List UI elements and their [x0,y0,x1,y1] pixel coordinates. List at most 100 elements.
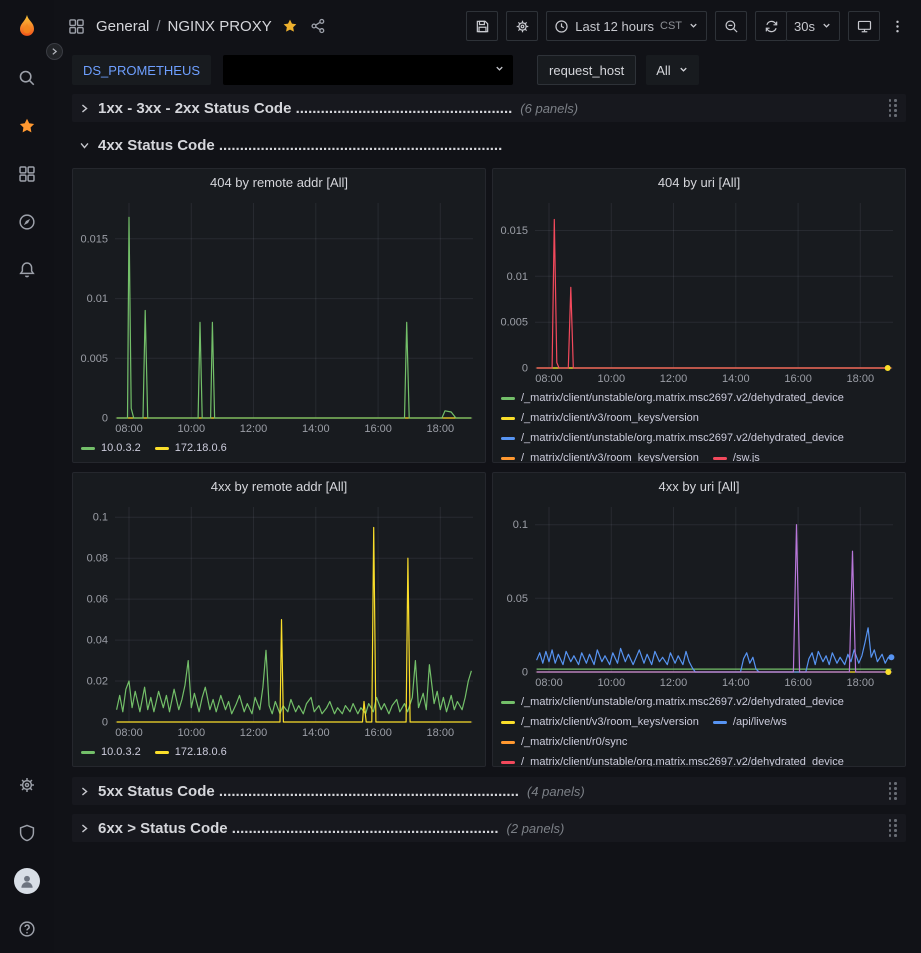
main-area: General / NGINX PROXY [54,0,921,953]
sidebar-item-alerting[interactable] [0,246,54,294]
dashboard-variables-bar: DS_PROMETHEUS request_host All [54,52,921,88]
chart[interactable]: 00.020.040.060.080.108:0010:0012:0014:00… [73,499,485,740]
avatar [14,868,40,894]
series-color-swatch [501,721,515,724]
breadcrumb-section[interactable]: General [96,18,149,35]
series-color-swatch [501,437,515,440]
legend-item[interactable]: 10.0.3.2 [81,438,141,458]
series-color-swatch [501,417,515,420]
datasource-variable-label[interactable]: DS_PROMETHEUS [72,55,211,85]
legend-item[interactable]: /_matrix/client/r0/sync [501,732,627,752]
zoom-out-button[interactable] [715,11,747,41]
panel-title[interactable]: 4xx by uri [All] [493,473,905,499]
row-drag-handle[interactable] [887,817,900,839]
share-button[interactable] [310,18,326,34]
timeseries-plot[interactable]: 00.0050.010.01508:0010:0012:0014:0016:00… [73,195,485,436]
legend-item[interactable]: /_matrix/client/unstable/org.matrix.msc2… [501,752,844,766]
cycle-view-mode-button[interactable] [848,11,880,41]
chevron-down-icon [678,63,689,78]
legend-label: /_matrix/client/unstable/org.matrix.msc2… [521,388,844,408]
request-host-variable-label[interactable]: request_host [537,55,636,85]
panel-title[interactable]: 404 by remote addr [All] [73,169,485,195]
request-host-select[interactable]: All [646,55,698,85]
question-circle-icon [18,920,36,938]
row-drag-handle[interactable] [887,97,900,119]
y-axis-label: 0.04 [87,635,108,647]
row-5xx-header[interactable]: 5xx Status Code ........................… [72,777,906,805]
legend-item[interactable]: /_matrix/client/unstable/org.matrix.msc2… [501,428,844,448]
share-nodes-icon [310,18,326,34]
breadcrumb-dashboard-title[interactable]: NGINX PROXY [168,18,272,35]
legend-item[interactable]: /_matrix/client/v3/room_keys/version [501,448,699,462]
panel-title[interactable]: 404 by uri [All] [493,169,905,195]
sidebar-item-help[interactable] [0,905,54,953]
x-axis-label: 12:00 [660,373,688,385]
timeseries-plot[interactable]: 00.050.108:0010:0012:0014:0016:0018:00 [493,499,905,690]
series-color-swatch [713,721,727,724]
x-axis-label: 08:00 [535,373,563,385]
chart[interactable]: 00.0050.010.01508:0010:0012:0014:0016:00… [73,195,485,436]
series-color-swatch [501,457,515,460]
legend-item[interactable]: /sw.js [713,448,760,462]
legend-label: 10.0.3.2 [101,438,141,458]
legend-item[interactable]: /_matrix/client/unstable/org.matrix.msc2… [501,388,844,408]
y-axis-label: 0 [102,413,108,425]
legend-label: /_matrix/client/unstable/org.matrix.msc2… [521,752,844,766]
x-axis-label: 14:00 [302,423,330,435]
breadcrumb-separator: / [156,18,160,35]
save-dashboard-button[interactable] [466,11,498,41]
refresh-button[interactable] [755,11,787,41]
sidebar [0,0,54,953]
time-picker-button[interactable]: Last 12 hours CST [546,11,707,41]
grafana-logo[interactable] [0,0,54,54]
dashboard-settings-button[interactable] [506,11,538,41]
sidebar-item-search[interactable] [0,54,54,102]
kebab-menu-icon [890,19,905,34]
expand-sidebar-button[interactable] [46,43,63,60]
x-axis-label: 08:00 [115,423,143,435]
more-options-button[interactable] [888,11,907,41]
x-axis-label: 16:00 [364,423,392,435]
row-4xx-header[interactable]: 4xx Status Code ........................… [72,131,906,159]
legend-label: /_matrix/client/v3/room_keys/version [521,712,699,732]
legend-item[interactable]: /_matrix/client/unstable/org.matrix.msc2… [501,692,844,712]
legend-item[interactable]: /api/live/ws [713,712,787,732]
x-axis-label: 10:00 [178,727,206,739]
sidebar-item-server-admin[interactable] [0,809,54,857]
legend-item[interactable]: /_matrix/client/v3/room_keys/version [501,712,699,732]
panel-legend: /_matrix/client/unstable/org.matrix.msc2… [493,386,905,462]
row-6xx-header[interactable]: 6xx > Status Code ......................… [72,814,906,842]
timeseries-plot[interactable]: 00.0050.010.01508:0010:0012:0014:0016:00… [493,195,905,386]
time-range-label: Last 12 hours [575,19,654,34]
sidebar-item-dashboards[interactable] [0,150,54,198]
legend-item[interactable]: /_matrix/client/v3/room_keys/version [501,408,699,428]
refresh-interval-dropdown[interactable]: 30s [786,11,840,41]
row-drag-handle[interactable] [887,780,900,802]
chevron-right-icon [79,823,90,834]
chart[interactable]: 00.050.108:0010:0012:0014:0016:0018:00 [493,499,905,690]
chevron-right-icon [79,103,90,114]
x-axis-label: 16:00 [784,373,812,385]
panel-title[interactable]: 4xx by remote addr [All] [73,473,485,499]
row-1xx-3xx-2xx-header[interactable]: 1xx - 3xx - 2xx Status Code ............… [72,94,906,122]
sidebar-item-profile[interactable] [0,857,54,905]
favorite-star-button[interactable] [282,18,298,34]
panels-grid: 404 by remote addr [All] 00.0050.010.015… [72,168,906,767]
apps-icon[interactable] [68,18,85,35]
datasource-select[interactable] [223,55,513,85]
dashboard-body: 1xx - 3xx - 2xx Status Code ............… [54,88,921,842]
search-icon [18,69,36,87]
chart[interactable]: 00.0050.010.01508:0010:0012:0014:0016:00… [493,195,905,386]
legend-item[interactable]: 172.18.0.6 [155,438,227,458]
timeseries-plot[interactable]: 00.020.040.060.080.108:0010:0012:0014:00… [73,499,485,740]
legend-item[interactable]: 172.18.0.6 [155,742,227,762]
person-icon [18,872,36,890]
sidebar-item-explore[interactable] [0,198,54,246]
y-axis-label: 0.01 [87,293,108,305]
y-axis-label: 0.08 [87,553,108,565]
x-axis-label: 10:00 [598,677,626,689]
legend-item[interactable]: 10.0.3.2 [81,742,141,762]
series-color-swatch [501,397,515,400]
sidebar-item-starred[interactable] [0,102,54,150]
sidebar-item-configuration[interactable] [0,761,54,809]
